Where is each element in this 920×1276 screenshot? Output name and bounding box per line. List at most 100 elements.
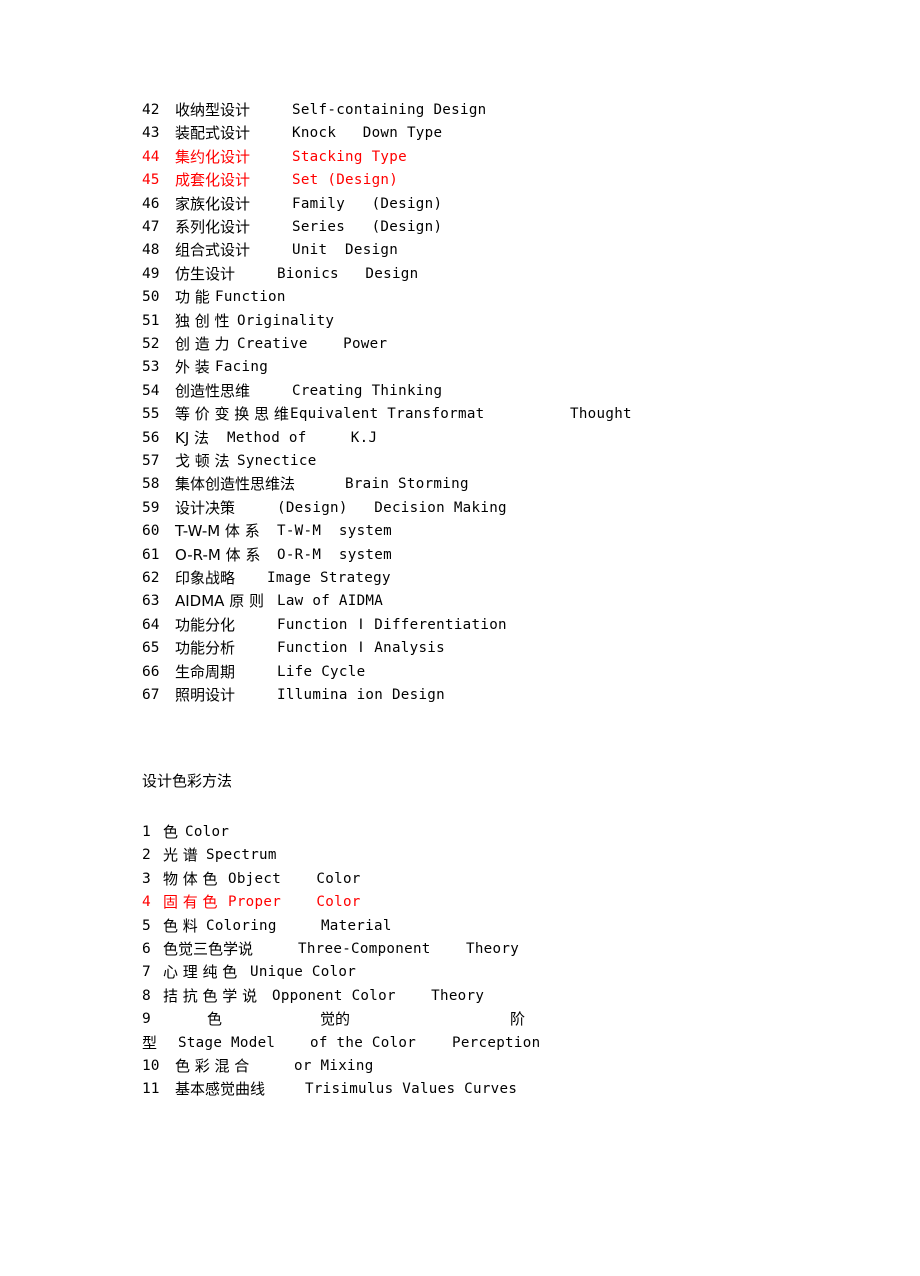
entry-term-chinese-fragment: 觉的 xyxy=(320,1010,351,1029)
entry-number: 45 xyxy=(142,172,160,189)
entry-term-english: Opponent Color Theory xyxy=(272,987,485,1004)
entry-number: 57 xyxy=(142,453,160,469)
entry-term-chinese: 印象战略 xyxy=(175,569,236,587)
entry-term-chinese: 戈 顿 法 xyxy=(175,452,230,470)
glossary-row: 56 KJ 法 Method of K.J xyxy=(0,427,920,450)
entry-term-chinese: 功 能 xyxy=(175,288,210,307)
entry-number: 6 xyxy=(142,941,151,957)
glossary-row: 5 色 料 Coloring Material xyxy=(0,915,920,938)
entry-term-english: Series (Design) xyxy=(292,219,443,235)
entry-trailing-note: Thought xyxy=(570,406,632,423)
section-heading-color-methods: 设计色彩方法 xyxy=(142,772,233,790)
entry-term-chinese: 色 彩 混 合 xyxy=(175,1057,250,1075)
entry-term-chinese: KJ 法 xyxy=(175,428,210,447)
entry-term-english: Law of AIDMA xyxy=(277,593,384,610)
entry-term-english: Self-containing Design xyxy=(292,102,487,118)
entry-term-english: Illumina ion Design xyxy=(277,687,445,703)
entry-term-chinese: 等 价 变 换 思 维 xyxy=(175,405,289,424)
entry-term-english-fragment: of the Color xyxy=(310,1034,417,1051)
entry-term-chinese: 色 料 xyxy=(163,916,198,935)
glossary-row: 45 成套化设计 Set (Design) xyxy=(0,169,920,192)
entry-term-english: Bionics Design xyxy=(277,265,419,282)
entry-term-english: Method of K.J xyxy=(227,429,378,446)
entry-term-chinese: 光 谱 xyxy=(163,846,198,865)
glossary-row: 49 仿生设计 Bionics Design xyxy=(0,263,920,286)
entry-number: 49 xyxy=(142,265,160,282)
glossary-row: 50 功 能 Function xyxy=(0,286,920,309)
entry-term-chinese-fragment: 色 xyxy=(207,1010,223,1029)
entry-term-english: Knock Down Type xyxy=(292,125,443,142)
glossary-row: 51 独 创 性 Originality xyxy=(0,310,920,333)
glossary-row: 57 戈 顿 法 Synectice xyxy=(0,450,920,473)
entry-number: 59 xyxy=(142,499,160,516)
entry-number: 51 xyxy=(142,312,160,329)
entry-number: 50 xyxy=(142,289,160,306)
entry-term-chinese-continuation: 型 xyxy=(142,1033,158,1052)
entry-term-chinese: 外 装 xyxy=(175,358,210,377)
entry-number: 63 xyxy=(142,593,160,610)
glossary-row: 46 家族化设计 Family (Design) xyxy=(0,193,920,216)
entry-term-chinese: 生命周期 xyxy=(175,662,236,681)
entry-term-english: Set (Design) xyxy=(292,172,399,189)
glossary-row: 53 外 装 Facing xyxy=(0,356,920,379)
entry-term-english: Trisimulus Values Curves xyxy=(305,1081,518,1098)
glossary-row-continuation: 型 Stage Model of the Color Perception xyxy=(0,1032,920,1055)
entry-term-english: O-R-M system xyxy=(277,546,392,563)
entry-number: 56 xyxy=(142,429,160,446)
entry-term-english: Brain Storming xyxy=(345,476,469,493)
entry-term-chinese: 创造性思维 xyxy=(175,381,251,400)
entry-term-chinese: 照明设计 xyxy=(175,686,236,704)
entry-term-english: Creating Thinking xyxy=(292,382,443,399)
glossary-row: 10 色 彩 混 合 or Mixing xyxy=(0,1055,920,1078)
glossary-row: 55 等 价 变 换 思 维 Equivalent Transformat Thoug… xyxy=(0,403,920,426)
entry-term-english: Life Cycle xyxy=(277,663,366,680)
glossary-row: 7 心 理 纯 色 Unique Color xyxy=(0,961,920,984)
glossary-row: 60 T-W-M 体 系 T-W-M system xyxy=(0,520,920,543)
entry-term-chinese: 功能分析 xyxy=(175,639,236,658)
entry-number: 46 xyxy=(142,195,160,212)
entry-number: 47 xyxy=(142,219,160,235)
glossary-row: 54 创造性思维 Creating Thinking xyxy=(0,380,920,403)
entry-term-chinese: 色觉三色学说 xyxy=(163,940,254,958)
entry-term-chinese: 功能分化 xyxy=(175,615,236,634)
entry-term-english: Image Strategy xyxy=(267,570,391,586)
entry-term-english: Object Color xyxy=(228,870,361,887)
glossary-row: 4 固 有 色 Proper Color xyxy=(0,891,920,914)
entry-number: 60 xyxy=(142,523,160,540)
entry-term-english: Three-Component Theory xyxy=(298,941,520,957)
entry-number: 48 xyxy=(142,242,160,259)
entry-term-chinese: 物 体 色 xyxy=(163,869,218,888)
entry-term-english: Originality xyxy=(237,312,335,329)
entry-term-chinese: 基本感觉曲线 xyxy=(175,1080,266,1099)
entry-term-chinese: 心 理 纯 色 xyxy=(163,963,238,982)
glossary-row: 66 生命周期 Life Cycle xyxy=(0,661,920,684)
glossary-row: 3 物 体 色 Object Color xyxy=(0,868,920,891)
entry-term-english: Stacking Type xyxy=(292,148,407,165)
entry-term-chinese: T-W-M 体 系 xyxy=(175,522,260,541)
entry-term-english: Family (Design) xyxy=(292,195,443,212)
entry-term-chinese: 拮 抗 色 学 说 xyxy=(163,986,258,1005)
entry-term-english: Unit Design xyxy=(292,242,399,259)
entry-term-english: or Mixing xyxy=(294,1058,374,1074)
glossary-row: 65 功能分析 Function ǀ Analysis xyxy=(0,637,920,660)
entry-number: 44 xyxy=(142,148,160,165)
entry-term-chinese-fragment: 阶 xyxy=(510,1010,526,1029)
entry-term-english: T-W-M system xyxy=(277,523,392,540)
entry-term-english: Function xyxy=(215,289,286,306)
entry-number: 54 xyxy=(142,382,160,399)
entry-term-chinese: 创 造 力 xyxy=(175,335,230,353)
glossary-row-split: 9 色 觉的 阶 xyxy=(0,1008,920,1031)
entry-term-chinese: 设计决策 xyxy=(175,498,236,517)
glossary-row: 47 系列化设计 Series (Design) xyxy=(0,216,920,239)
document-page: 42 收纳型设计 Self-containing Design 43 装配式设计 Knoc… xyxy=(0,0,920,1276)
glossary-row: 58 集体创造性思维法 Brain Storming xyxy=(0,473,920,496)
entry-term-english: Function ǀ Analysis xyxy=(277,640,445,657)
entry-number: 55 xyxy=(142,406,160,423)
entry-term-chinese: 系列化设计 xyxy=(175,218,251,236)
glossary-row: 43 装配式设计 Knock Down Type xyxy=(0,122,920,145)
entry-number: 66 xyxy=(142,663,160,680)
glossary-row: 64 功能分化 Function ǀ Differentiation xyxy=(0,614,920,637)
entry-term-chinese: 色 xyxy=(163,823,179,841)
entry-number: 11 xyxy=(142,1081,160,1098)
entry-number: 62 xyxy=(142,570,160,586)
